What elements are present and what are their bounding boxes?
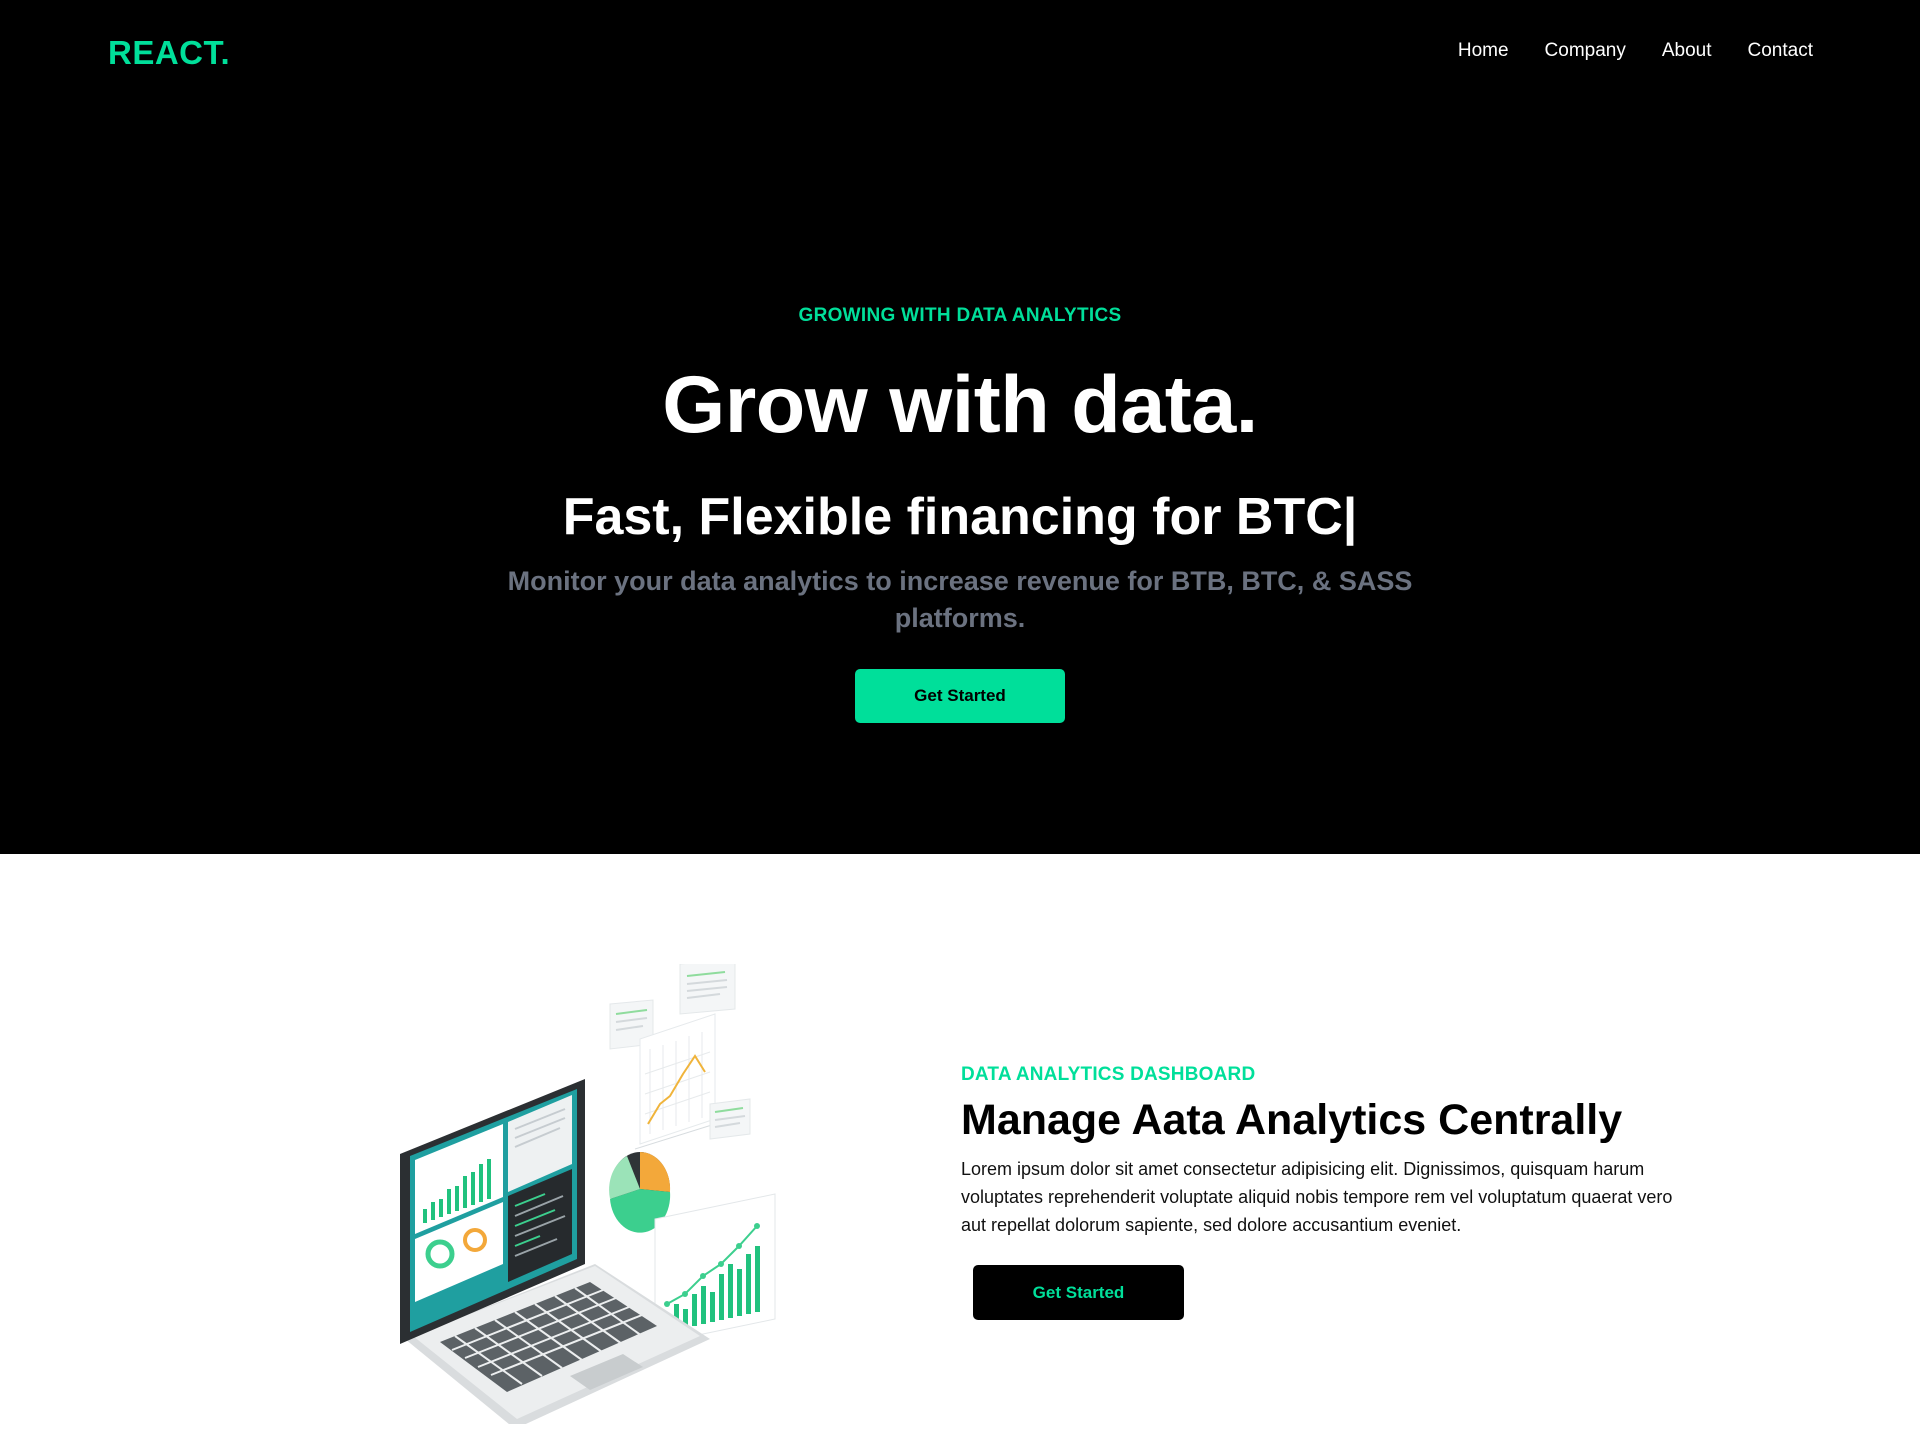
top-nav: Home Company About Contact [1440, 40, 1813, 62]
report-card-top [679, 964, 736, 1015]
laptop-analytics-icon [400, 964, 776, 1424]
hero-get-started-button[interactable]: Get Started [855, 668, 1065, 723]
hero-content: GROWING WITH DATA ANALYTICS Grow with da… [0, 305, 1920, 723]
nav-item-about[interactable]: About [1644, 40, 1730, 62]
feature-get-started-button[interactable]: Get Started [973, 1265, 1184, 1321]
feature-title: Manage Aata Analytics Centrally [961, 1096, 1623, 1144]
nav-item-home[interactable]: Home [1440, 40, 1527, 62]
logo[interactable]: REACT. [108, 34, 230, 72]
hero-description: Monitor your data analytics to increase … [507, 565, 1413, 633]
report-card-right [709, 1098, 751, 1140]
feature-section: DATA ANALYTICS DASHBOARD Manage Aata Ana… [0, 854, 1920, 1439]
nav-item-company[interactable]: Company [1527, 40, 1644, 62]
feature-body: Lorem ipsum dolor sit amet consectetur a… [961, 1159, 1673, 1236]
feature-kicker: DATA ANALYTICS DASHBOARD [961, 1064, 1256, 1085]
hero-kicker: GROWING WITH DATA ANALYTICS [798, 305, 1122, 326]
feature-content: DATA ANALYTICS DASHBOARD Manage Aata Ana… [961, 1064, 1681, 1321]
hero-section: REACT. Home Company About Contact GROWIN… [0, 0, 1920, 854]
hero-subhead: Fast, Flexible financing for BTC| [562, 488, 1358, 546]
nav-item-contact[interactable]: Contact [1730, 40, 1813, 62]
hero-headline: Grow with data. [662, 360, 1258, 450]
